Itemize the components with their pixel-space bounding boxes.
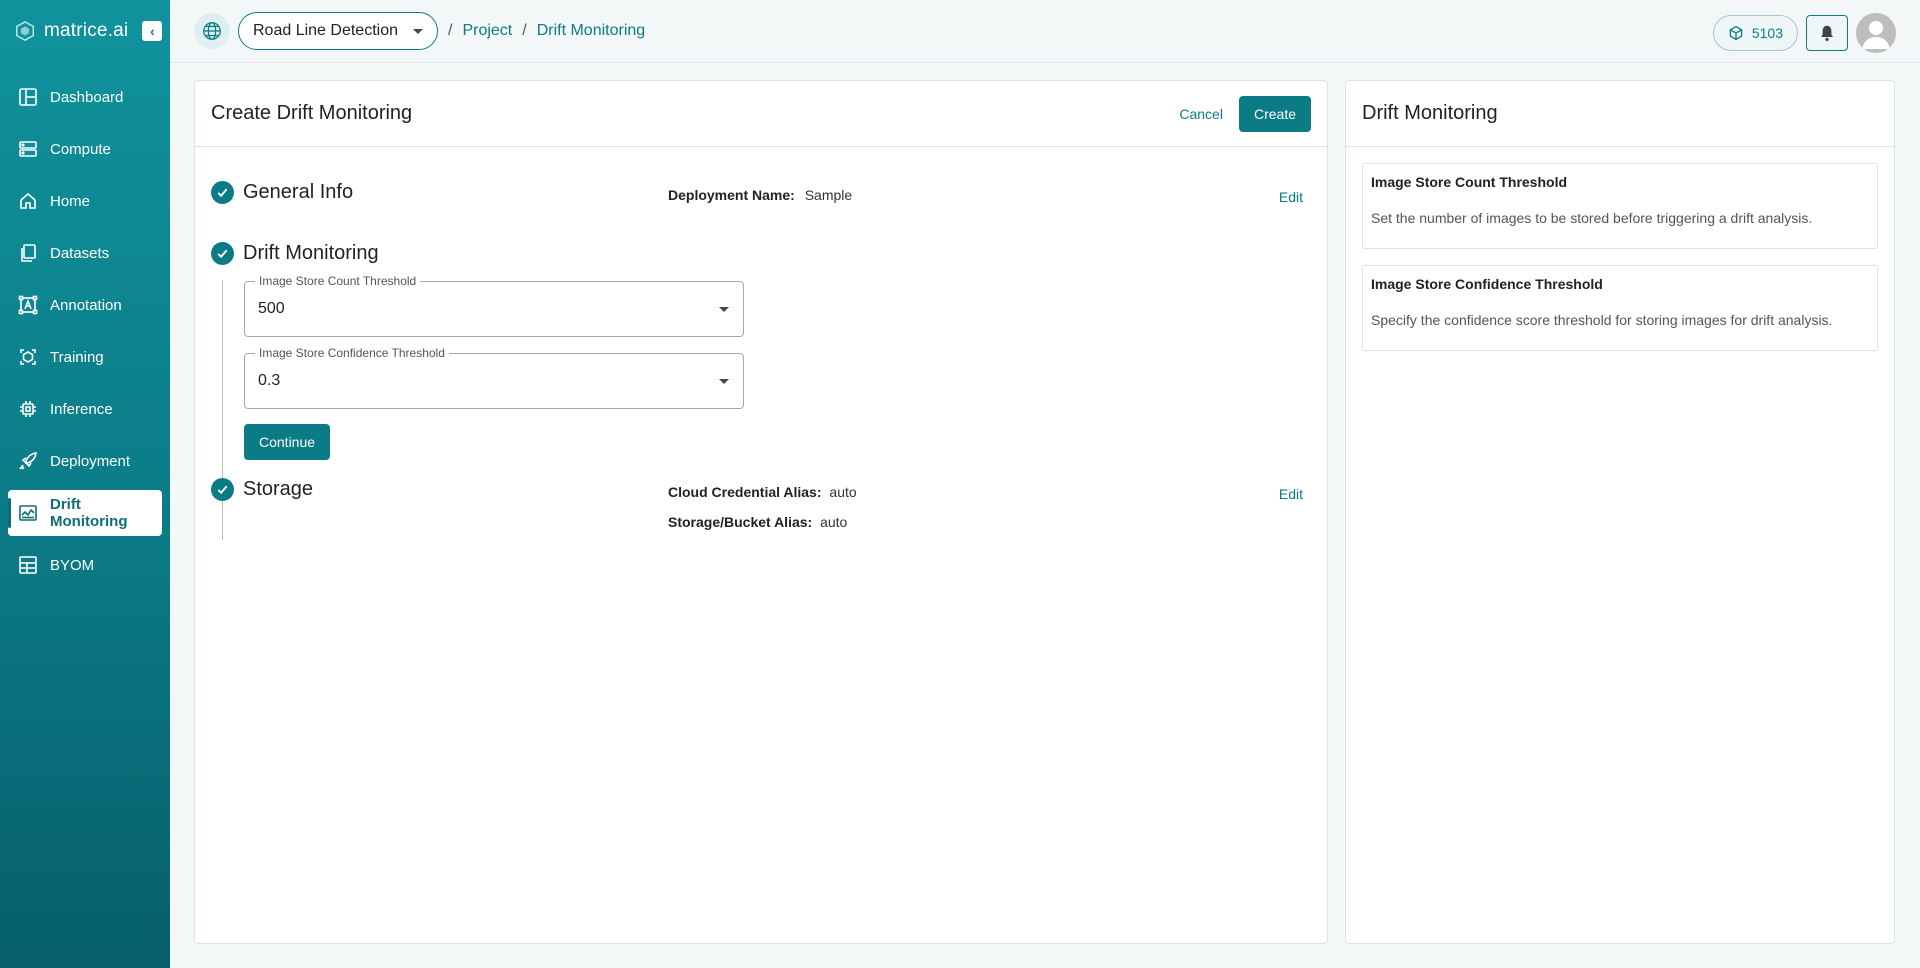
field-label: Image Store Confidence Threshold [255, 346, 449, 360]
step-title: Drift Monitoring [243, 242, 379, 264]
breadcrumb: / Project / Drift Monitoring [448, 22, 645, 40]
help-box-count-threshold: Image Store Count Threshold Set the numb… [1362, 163, 1878, 249]
help-box-title: Image Store Count Threshold [1371, 174, 1568, 190]
sidebar-item-label: Dashboard [50, 88, 124, 106]
storage-summary-credential: Cloud Credential Alias: auto [668, 484, 857, 500]
cloud-credential-value: auto [829, 484, 857, 500]
sidebar-item-datasets[interactable]: Datasets [8, 230, 162, 276]
help-panel: Drift Monitoring Image Store Count Thres… [1345, 80, 1895, 944]
sidebar-item-label: Datasets [50, 244, 110, 262]
help-box-title: Image Store Confidence Threshold [1371, 276, 1603, 292]
step-title: Storage [243, 478, 314, 500]
help-box-description: Set the number of images to be stored be… [1371, 210, 1813, 226]
chevron-down-icon [719, 379, 729, 384]
chip-icon [20, 401, 36, 417]
image-store-confidence-threshold-select[interactable]: Image Store Confidence Threshold 0.3 [244, 346, 744, 409]
storage-bucket-value: auto [820, 514, 848, 530]
field-value: 0.3 [258, 372, 281, 389]
sidebar-item-dashboard[interactable]: Dashboard [8, 74, 162, 120]
help-box-description: Specify the confidence score threshold f… [1371, 312, 1833, 328]
dashboard-icon [19, 88, 37, 106]
files-icon [21, 244, 36, 262]
matrice-logo-icon [16, 20, 34, 42]
sidebar-item-label: Inference [50, 400, 113, 418]
field-value: 500 [258, 300, 285, 317]
cancel-button[interactable]: Cancel [1179, 106, 1223, 122]
field-label: Image Store Count Threshold [255, 274, 421, 288]
home-icon [20, 192, 36, 209]
step-connector-line [222, 280, 223, 540]
sidebar-item-label: Deployment [50, 452, 131, 470]
sidebar-item-label: Training [50, 348, 104, 366]
check-icon [211, 478, 234, 501]
globe-network-icon [203, 22, 221, 40]
annotation-icon [18, 295, 38, 315]
sidebar-item-compute[interactable]: Compute [8, 126, 162, 172]
deployment-name-value: Sample [804, 187, 853, 203]
sidebar-nav: Dashboard Compute Home Datasets Annotati… [0, 74, 170, 588]
deployment-name-label: Deployment Name: [668, 187, 795, 203]
step-storage: Storage [211, 478, 313, 501]
continue-button[interactable]: Continue [244, 424, 331, 460]
storage-bucket-label: Storage/Bucket Alias: [668, 514, 813, 530]
edit-storage-button[interactable]: Edit [1279, 486, 1303, 502]
edit-general-info-button[interactable]: Edit [1279, 189, 1303, 205]
check-icon [211, 181, 234, 204]
avatar[interactable] [1856, 13, 1896, 53]
project-icon [194, 13, 230, 49]
cloud-credential-label: Cloud Credential Alias: [668, 484, 822, 500]
bell-icon [1821, 25, 1833, 41]
logo-text: matrice.ai [44, 20, 129, 41]
sidebar-item-label: Home [50, 192, 91, 210]
breadcrumb-project[interactable]: Project [462, 22, 512, 40]
storage-summary-bucket: Storage/Bucket Alias: auto [668, 514, 847, 530]
sidebar-item-training[interactable]: Training [8, 334, 162, 380]
sidebar-item-label: Annotation [50, 296, 122, 314]
sidebar-item-annotation[interactable]: Annotation [8, 282, 162, 328]
server-icon [19, 141, 37, 157]
logo-row: matrice.ai ‹ [0, 0, 170, 62]
sidebar-item-deployment[interactable]: Deployment [8, 438, 162, 484]
card-header: Create Drift Monitoring Cancel Create [195, 81, 1327, 147]
sidebar-item-drift-monitoring[interactable]: Drift Monitoring [8, 490, 162, 536]
sidebar-item-inference[interactable]: Inference [8, 386, 162, 432]
sidebar-collapse-button[interactable]: ‹ [142, 21, 163, 41]
help-panel-title: Drift Monitoring [1346, 81, 1894, 147]
sidebar-item-label: Compute [50, 140, 111, 158]
project-select-value: Road Line Detection [253, 22, 398, 39]
breadcrumb-separator: / [448, 22, 453, 39]
training-icon [20, 349, 36, 365]
model-grid-icon [19, 556, 37, 574]
create-button[interactable]: Create [1238, 95, 1311, 132]
step-general-info: General Info [211, 181, 353, 204]
chevron-down-icon [719, 307, 729, 312]
image-store-count-threshold-select[interactable]: Image Store Count Threshold 500 [244, 274, 744, 337]
chevron-down-icon [413, 28, 423, 34]
sidebar-item-label: BYOM [50, 556, 95, 574]
user-icon [1862, 21, 1890, 49]
top-header: Road Line Detection / Project / Drift Mo… [170, 0, 1920, 63]
step-drift-monitoring: Drift Monitoring [211, 242, 379, 265]
project-select[interactable]: Road Line Detection [238, 12, 438, 50]
rocket-icon [19, 452, 37, 470]
general-info-summary: Deployment Name: Sample [668, 187, 852, 203]
page-title: Create Drift Monitoring [211, 102, 413, 124]
credits-badge[interactable]: 5103 [1712, 15, 1798, 51]
sidebar-item-byom[interactable]: BYOM [8, 542, 162, 588]
header-actions: 5103 [1712, 13, 1896, 53]
cube-icon [1729, 25, 1743, 41]
breadcrumb-drift-monitoring[interactable]: Drift Monitoring [537, 22, 645, 40]
sidebar: matrice.ai ‹ Dashboard Compute Home Data… [0, 0, 170, 968]
notifications-button[interactable] [1806, 15, 1848, 51]
breadcrumb-separator: / [522, 22, 527, 39]
step-title: General Info [243, 181, 354, 203]
sidebar-item-label: Drift Monitoring [50, 496, 128, 530]
monitor-chart-icon [19, 505, 37, 521]
create-drift-monitoring-card: Create Drift Monitoring Cancel Create Ge… [194, 80, 1328, 944]
help-box-confidence-threshold: Image Store Confidence Threshold Specify… [1362, 265, 1878, 351]
check-icon [211, 242, 234, 265]
sidebar-item-home[interactable]: Home [8, 178, 162, 224]
credits-count: 5103 [1751, 25, 1783, 41]
